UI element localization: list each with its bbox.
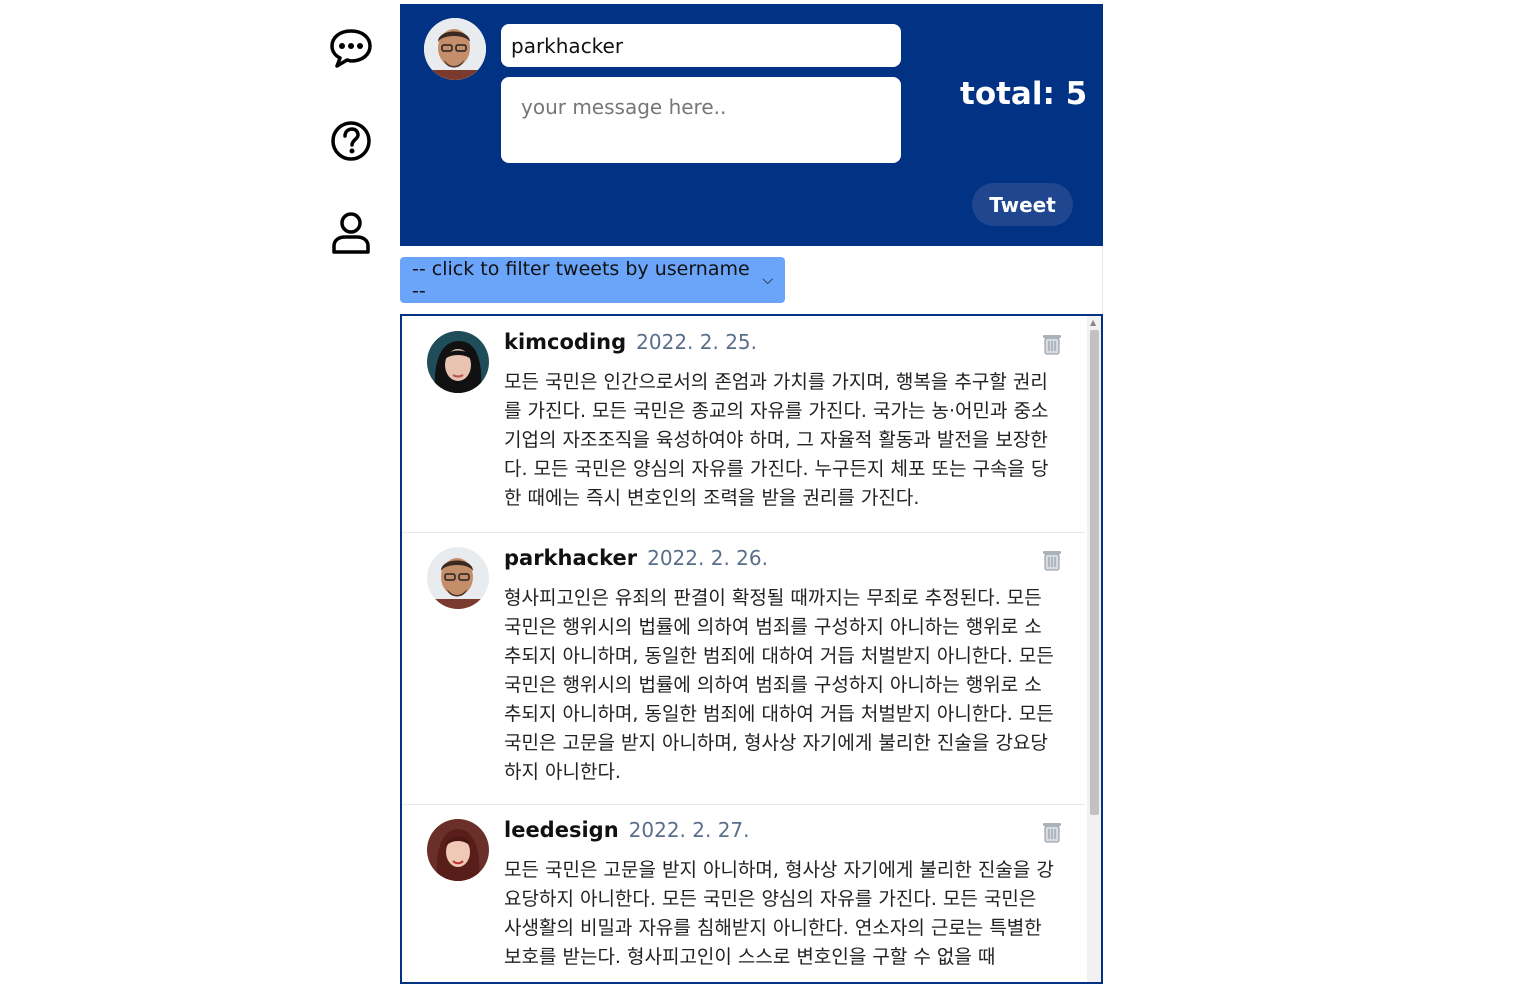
tweet-content: 형사피고인은 유죄의 판결이 확정될 때까지는 무죄로 추정된다. 모든 국민은…: [504, 587, 1054, 783]
tweet-list: kimcoding 2022. 2. 25. 모든 국민은 인간으로서의 존엄과 …: [400, 314, 1103, 984]
scrollbar-thumb[interactable]: [1090, 330, 1099, 815]
trash-icon[interactable]: [1042, 333, 1062, 355]
trash-icon[interactable]: [1042, 549, 1062, 571]
chevron-down-icon: ⌵: [762, 272, 773, 288]
avatar: [424, 18, 486, 80]
profile-button[interactable]: [328, 210, 378, 260]
username-input[interactable]: [501, 24, 901, 67]
tweet-date: 2022. 2. 26.: [647, 546, 768, 570]
help-icon: [331, 121, 371, 161]
divider: [1102, 246, 1103, 314]
tweet-content: 모든 국민은 인간으로서의 존엄과 가치를 가지며, 행복을 추구할 권리를 가…: [504, 371, 1049, 509]
tweet-item: kimcoding 2022. 2. 25. 모든 국민은 인간으로서의 존엄과 …: [402, 316, 1085, 533]
tweet-count: total: 5: [960, 76, 1088, 112]
tweet-content: 모든 국민은 고문을 받지 아니하며, 형사상 자기에게 불리한 진술을 강요당…: [504, 859, 1054, 968]
avatar: [427, 331, 489, 393]
trash-icon[interactable]: [1042, 821, 1062, 843]
tweet-username[interactable]: leedesign 2022. 2. 27.: [504, 818, 750, 842]
avatar: [427, 547, 489, 609]
avatar: [427, 819, 489, 881]
username-filter-select[interactable]: -- click to filter tweets by username --…: [400, 257, 785, 303]
scrollbar[interactable]: ▲: [1087, 316, 1101, 982]
tweet-author[interactable]: kimcoding: [504, 330, 626, 354]
scroll-up-icon[interactable]: ▲: [1090, 319, 1096, 327]
filter-label: -- click to filter tweets by username --: [412, 258, 750, 302]
tweet-button[interactable]: Tweet: [972, 183, 1073, 226]
tweet-date: 2022. 2. 27.: [628, 818, 750, 842]
tweet-username[interactable]: kimcoding 2022. 2. 25.: [504, 330, 757, 354]
tweet-username[interactable]: parkhacker 2022. 2. 26.: [504, 546, 768, 570]
chat-button[interactable]: [328, 26, 378, 76]
tweet-date: 2022. 2. 25.: [636, 330, 757, 354]
chat-icon: [330, 29, 372, 68]
tweet-author[interactable]: leedesign: [504, 818, 619, 842]
help-button[interactable]: [328, 118, 378, 168]
message-input[interactable]: [501, 77, 901, 163]
tweet-item: parkhacker 2022. 2. 26. 형사피고인은 유죄의 판결이 확정…: [402, 532, 1085, 805]
tweet-author[interactable]: parkhacker: [504, 546, 637, 570]
compose-panel: total: 5 Tweet: [400, 4, 1103, 246]
user-icon: [332, 212, 370, 254]
tweet-item: leedesign 2022. 2. 27. 모든 국민은 고문을 받지 아니하며…: [402, 804, 1085, 982]
